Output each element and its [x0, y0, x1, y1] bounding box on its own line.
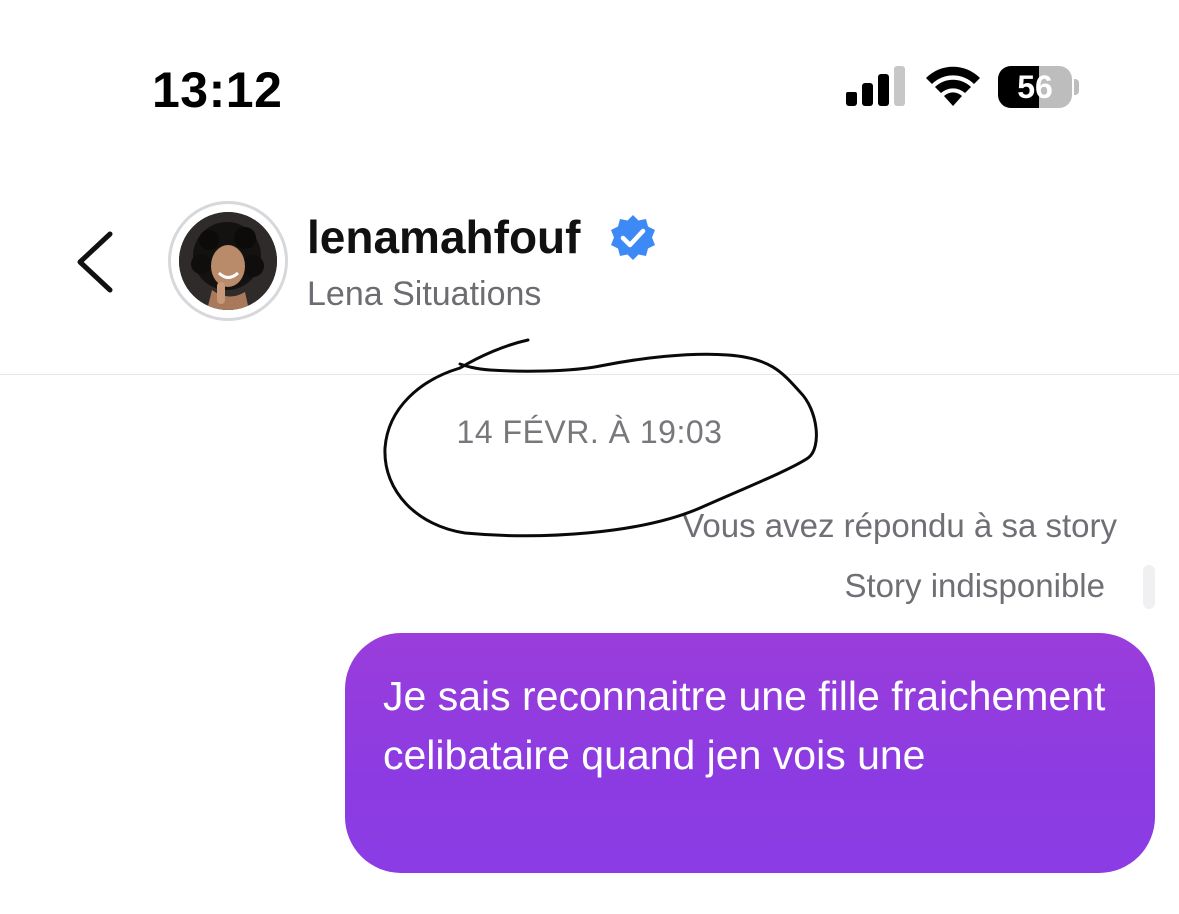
verified-badge-icon [611, 215, 655, 260]
story-reply-note: Vous avez répondu à sa story [682, 507, 1117, 544]
battery-tip [1074, 79, 1079, 95]
battery-body: 56 [998, 66, 1072, 108]
sent-message-bubble[interactable]: Je sais reconnaitre une fille fraichemen… [345, 633, 1155, 873]
status-time: 13:12 [152, 62, 283, 118]
username[interactable]: lenamahfouf [307, 208, 580, 266]
message-timestamp: 14 FÉVR. À 19:03 [456, 414, 723, 450]
story-unavailable-label: Story indisponible [844, 567, 1106, 604]
header-divider [0, 374, 1179, 375]
back-button[interactable] [66, 222, 126, 302]
cellular-signal-icon [846, 66, 905, 106]
battery-percentage: 56 [1017, 69, 1053, 105]
full-name: Lena Situations [307, 275, 542, 313]
chevron-left-icon [77, 231, 113, 293]
wifi-icon [926, 66, 980, 106]
story-reply-bar [1143, 565, 1155, 609]
battery-icon: 56 [998, 66, 1080, 108]
profile-avatar[interactable] [168, 201, 288, 321]
avatar-photo [179, 212, 277, 310]
